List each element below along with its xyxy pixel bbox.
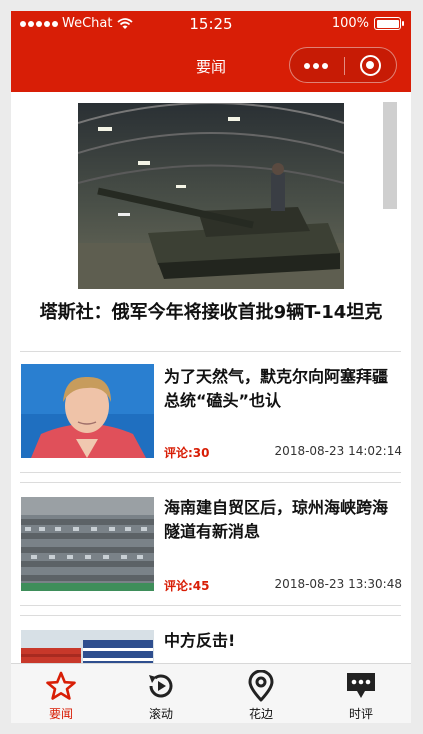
hero-image[interactable] xyxy=(78,103,344,289)
comment-count: 评论:45 xyxy=(164,579,210,593)
capsule-divider xyxy=(344,57,345,75)
mini-program-capsule xyxy=(289,47,397,83)
more-options-icon[interactable] xyxy=(304,63,328,69)
publish-date: 2018-08-23 14:02:14 xyxy=(274,444,402,458)
divider xyxy=(20,615,401,616)
tab-label: 要闻 xyxy=(48,707,73,721)
news-thumbnail[interactable] xyxy=(21,497,154,591)
divider xyxy=(20,351,401,352)
tab-gossip[interactable]: 花边 xyxy=(211,664,311,723)
tab-bar: 要闻 滚动 花边 时评 xyxy=(11,663,411,723)
comment-count: 评论:30 xyxy=(164,446,210,460)
news-headline[interactable]: 中方反击! xyxy=(164,629,399,653)
news-thumbnail[interactable] xyxy=(21,364,154,458)
battery-icon xyxy=(374,17,404,30)
battery-info: 100% xyxy=(331,16,404,31)
battery-percent: 100% xyxy=(331,16,369,31)
publish-date: 2018-08-23 13:30:48 xyxy=(274,577,402,591)
scrollbar[interactable] xyxy=(383,102,397,209)
location-pin-icon xyxy=(248,670,274,702)
tab-rolling[interactable]: 滚动 xyxy=(111,664,211,723)
tab-label: 花边 xyxy=(248,707,273,721)
star-icon xyxy=(46,671,76,700)
tab-label: 时评 xyxy=(348,707,373,721)
divider xyxy=(20,605,401,606)
tab-headlines[interactable]: 要闻 xyxy=(11,664,111,723)
top-bar: WeChat 15:25 100% 要闻 xyxy=(11,11,411,92)
status-bar: WeChat 15:25 100% xyxy=(11,11,411,38)
news-thumbnail[interactable] xyxy=(21,630,154,663)
tab-commentary[interactable]: 时评 xyxy=(311,664,411,723)
phone-screen: WeChat 15:25 100% 要闻 塔斯社：俄军今年将接收首批9辆T-14… xyxy=(11,11,411,723)
divider xyxy=(20,482,401,483)
tab-label: 滚动 xyxy=(148,707,173,721)
news-headline[interactable]: 海南建自贸区后，琼州海峡跨海隧道有新消息 xyxy=(164,496,399,544)
hero-headline[interactable]: 塔斯社：俄军今年将接收首批9辆T-14坦克 xyxy=(11,298,411,324)
news-headline[interactable]: 为了天然气，默克尔向阿塞拜疆总统“磕头”也认 xyxy=(164,365,399,413)
news-feed[interactable]: 塔斯社：俄军今年将接收首批9辆T-14坦克 为了天然气，默克尔向阿塞拜疆总统“磕… xyxy=(11,92,411,663)
close-mini-program-icon[interactable] xyxy=(360,55,381,76)
chat-bubble-icon xyxy=(347,673,375,698)
divider xyxy=(20,472,401,473)
refresh-icon xyxy=(149,674,173,698)
